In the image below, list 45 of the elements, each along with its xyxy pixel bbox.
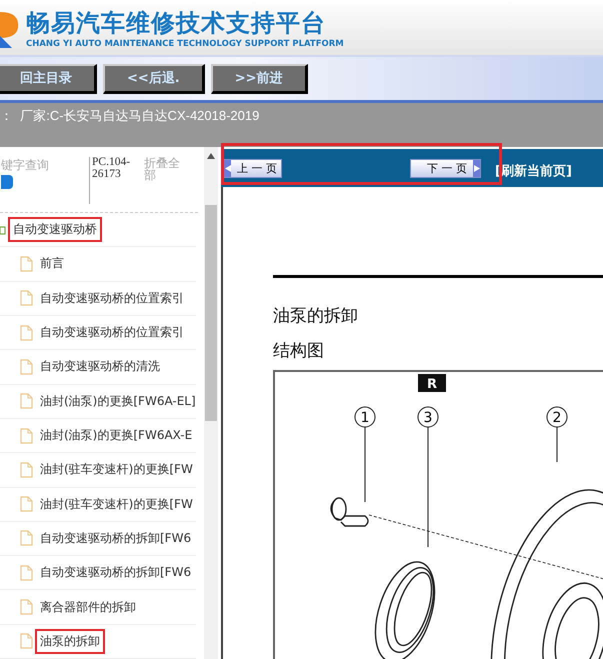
document-icon — [20, 428, 33, 444]
tree-item[interactable]: 自动变速驱动桥的清洗 — [35, 354, 165, 380]
nav-button[interactable]: <<后退. — [103, 64, 205, 94]
scrollbar-thumb[interactable] — [205, 205, 217, 421]
tree-item[interactable]: 油封(油泵)的更换[FW6A-EL] — [35, 388, 201, 414]
document-icon — [20, 324, 33, 341]
document-icon — [20, 358, 33, 375]
site-subtitle: CHANG YI AUTO MAINTENANCE TECHNOLOGY SUPPORT PLATFORM — [26, 38, 344, 48]
document-icon — [20, 564, 33, 581]
leader-line — [556, 426, 558, 462]
tree-item[interactable]: 油泵的拆卸 — [35, 628, 105, 654]
document-icon — [20, 462, 33, 478]
tree-item[interactable]: 油封(油泵)的更换[FW6AX-E — [35, 423, 198, 448]
document-code: PC.104-26173 — [89, 157, 136, 204]
callout-badge: R — [418, 374, 446, 392]
callout-number: 3 — [418, 406, 438, 428]
document-icon — [20, 290, 33, 306]
tree-item[interactable]: 自动变速驱动桥的位置索引 — [35, 286, 189, 311]
section-heading: 结构图 — [273, 340, 325, 362]
scroll-up-icon[interactable] — [207, 153, 215, 159]
tree-item[interactable]: 自动变速驱动桥的拆卸[FW6 — [35, 526, 196, 551]
previous-page-button[interactable]: 上 一 页 — [223, 158, 282, 178]
search-button[interactable] — [1, 175, 13, 189]
callout-number: 1 — [354, 406, 376, 428]
breadcrumb: ： 厂家:C-长安马自达马自达CX-42018-2019 — [0, 108, 260, 123]
nav-button[interactable]: >>前进 — [210, 64, 308, 94]
document-icon — [20, 633, 33, 650]
next-page-button[interactable]: 下 一 页 — [410, 158, 481, 178]
nav-button[interactable]: 回主目录 — [0, 64, 97, 94]
tree-item[interactable]: 油封(驻车变速杆)的更换[FW — [35, 492, 198, 517]
document-icon — [20, 496, 33, 512]
tree-item[interactable]: 离合器部件的拆卸 — [35, 594, 141, 620]
document-icon — [20, 256, 33, 272]
page-heading: 油泵的拆卸 — [273, 305, 359, 327]
site-title: 畅易汽车维修技术支持平台 — [26, 8, 327, 38]
document-icon — [20, 599, 33, 616]
tree-item[interactable]: 前言 — [35, 251, 69, 276]
document-icon — [20, 393, 33, 410]
tree-item[interactable]: 自动变速驱动桥 — [8, 217, 102, 242]
callout-number: 2 — [546, 406, 568, 428]
document-icon — [20, 530, 33, 546]
tree-item[interactable]: 油封(驻车变速杆)的更换[FW — [35, 457, 198, 482]
tree-item[interactable]: 自动变速驱动桥的位置索引 — [35, 320, 189, 346]
tree-item[interactable]: 自动变速驱动桥的拆卸[FW6 — [35, 560, 196, 586]
scrollbar[interactable] — [204, 147, 218, 659]
